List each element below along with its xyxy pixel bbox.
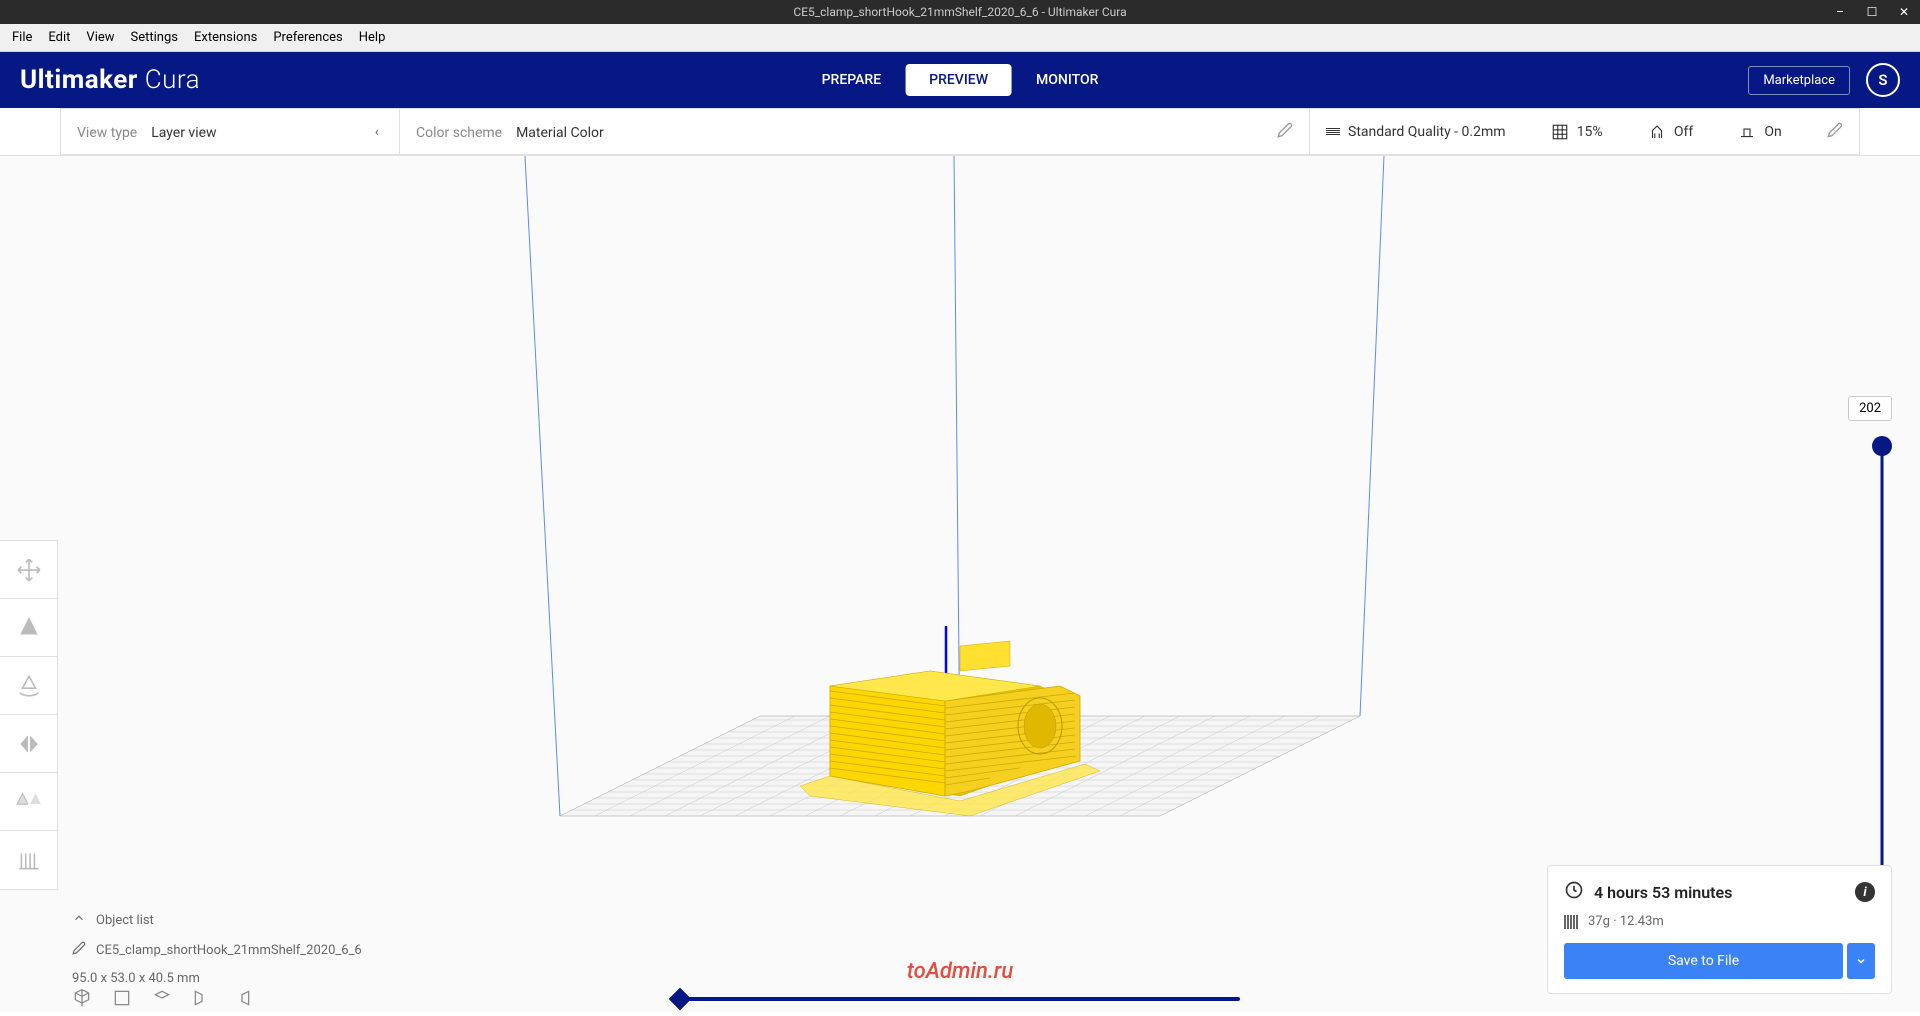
menu-help[interactable]: Help bbox=[351, 27, 394, 48]
tab-preview[interactable]: PREVIEW bbox=[905, 64, 1012, 96]
path-slider-track bbox=[680, 997, 1240, 1001]
print-time-row: 4 hours 53 minutes i bbox=[1564, 880, 1875, 904]
view-front-icon[interactable] bbox=[112, 988, 132, 1012]
layer-slider-top-handle[interactable] bbox=[1872, 436, 1892, 456]
menu-edit[interactable]: Edit bbox=[40, 27, 78, 48]
menu-settings[interactable]: Settings bbox=[123, 27, 186, 48]
material-value: 37g · 12.43m bbox=[1588, 914, 1664, 929]
grid-icon bbox=[1551, 123, 1569, 141]
layer-count-value[interactable]: 202 bbox=[1848, 396, 1892, 421]
window-titlebar: CE5_clamp_shortHook_21mmShelf_2020_6_6 -… bbox=[0, 0, 1920, 24]
color-scheme-value: Material Color bbox=[516, 125, 604, 141]
infill-setting: 15% bbox=[1551, 123, 1603, 141]
chevron-up-icon bbox=[72, 911, 86, 929]
path-slider[interactable] bbox=[660, 994, 1260, 1004]
save-row: Save to File bbox=[1564, 943, 1875, 979]
material-row: 37g · 12.43m bbox=[1564, 914, 1875, 929]
view-3d-icon[interactable] bbox=[72, 988, 92, 1012]
support-setting: Off bbox=[1648, 123, 1693, 141]
settings-bar: View type Layer view ‹ Color scheme Mate… bbox=[0, 108, 1920, 156]
menu-extensions[interactable]: Extensions bbox=[186, 27, 265, 48]
color-scheme-selector[interactable]: Color scheme Material Color bbox=[400, 108, 1310, 155]
object-list-toggle[interactable]: Object list bbox=[72, 905, 432, 935]
chevron-left-icon[interactable]: ‹ bbox=[371, 120, 383, 144]
quality-setting: Standard Quality - 0.2mm bbox=[1326, 124, 1506, 140]
view-type-value: Layer view bbox=[151, 125, 216, 141]
tab-monitor[interactable]: MONITOR bbox=[1012, 64, 1122, 96]
print-time-value: 4 hours 53 minutes bbox=[1594, 883, 1732, 902]
layer-slider-track bbox=[1881, 436, 1884, 896]
adhesion-icon bbox=[1738, 123, 1756, 141]
layers-icon bbox=[1326, 128, 1340, 135]
menu-file[interactable]: File bbox=[4, 27, 40, 48]
profile-button[interactable]: S bbox=[1866, 63, 1900, 97]
print-settings-summary[interactable]: Standard Quality - 0.2mm 15% Off On bbox=[1310, 108, 1860, 155]
color-scheme-label: Color scheme bbox=[416, 125, 502, 141]
window-title: CE5_clamp_shortHook_21mmShelf_2020_6_6 -… bbox=[793, 5, 1126, 19]
save-to-file-button[interactable]: Save to File bbox=[1564, 943, 1843, 979]
mesh-settings-tool[interactable] bbox=[0, 773, 58, 831]
pencil-icon[interactable] bbox=[1827, 122, 1843, 142]
pencil-icon bbox=[72, 941, 86, 959]
info-icon[interactable]: i bbox=[1855, 882, 1875, 902]
clock-icon bbox=[1564, 880, 1584, 904]
view-type-selector[interactable]: View type Layer view ‹ bbox=[60, 108, 400, 155]
view-top-icon[interactable] bbox=[152, 988, 172, 1012]
marketplace-button[interactable]: Marketplace bbox=[1748, 66, 1850, 95]
view-left-icon[interactable] bbox=[192, 988, 212, 1012]
close-button[interactable]: ✕ bbox=[1888, 0, 1920, 24]
transform-toolbar bbox=[0, 540, 58, 890]
view-right-icon[interactable] bbox=[232, 988, 252, 1012]
mirror-tool[interactable] bbox=[0, 715, 58, 773]
object-name: CE5_clamp_shortHook_21mmShelf_2020_6_6 bbox=[96, 943, 362, 958]
minimize-button[interactable]: – bbox=[1824, 0, 1856, 24]
view-type-label: View type bbox=[77, 125, 137, 141]
save-dropdown-button[interactable] bbox=[1847, 943, 1875, 979]
print-info-panel: 4 hours 53 minutes i 37g · 12.43m Save t… bbox=[1547, 865, 1892, 994]
3d-viewport[interactable]: 202 Object list CE5_clamp_shortHook_21mm… bbox=[0, 156, 1920, 1012]
maximize-button[interactable]: ☐ bbox=[1856, 0, 1888, 24]
window-controls: – ☐ ✕ bbox=[1824, 0, 1920, 24]
app-logo: Ultimaker Cura bbox=[20, 65, 200, 95]
menu-view[interactable]: View bbox=[78, 27, 122, 48]
filament-icon bbox=[1564, 915, 1578, 929]
app-header: Ultimaker Cura PREPARE PREVIEW MONITOR M… bbox=[0, 52, 1920, 108]
scale-tool[interactable] bbox=[0, 599, 58, 657]
move-tool[interactable] bbox=[0, 541, 58, 599]
tab-prepare[interactable]: PREPARE bbox=[798, 64, 906, 96]
menu-preferences[interactable]: Preferences bbox=[265, 27, 350, 48]
stage-tabs: PREPARE PREVIEW MONITOR bbox=[798, 64, 1123, 96]
support-blocker-tool[interactable] bbox=[0, 831, 58, 889]
rotate-tool[interactable] bbox=[0, 657, 58, 715]
menu-bar: File Edit View Settings Extensions Prefe… bbox=[0, 24, 1920, 52]
view-orientation-icons bbox=[72, 988, 252, 1012]
object-list-panel: Object list CE5_clamp_shortHook_21mmShel… bbox=[72, 905, 432, 992]
support-icon bbox=[1648, 123, 1666, 141]
adhesion-setting: On bbox=[1738, 123, 1781, 141]
object-item[interactable]: CE5_clamp_shortHook_21mmShelf_2020_6_6 bbox=[72, 935, 432, 965]
pencil-icon[interactable] bbox=[1277, 122, 1293, 142]
layer-slider[interactable]: 202 bbox=[1872, 396, 1892, 896]
